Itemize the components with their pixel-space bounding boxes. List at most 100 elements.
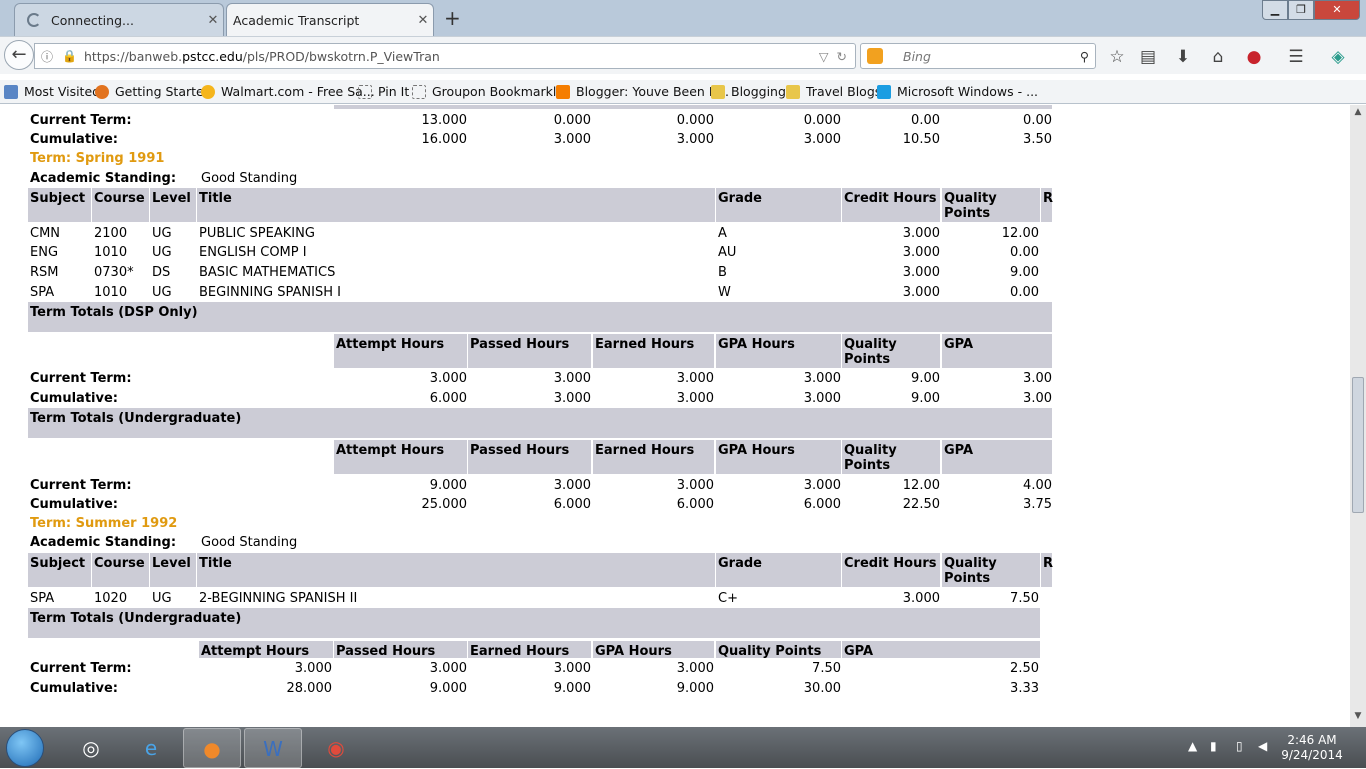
- bookmark-groupon[interactable]: Groupon Bookmarklet: [412, 84, 569, 99]
- page-icon: [358, 84, 372, 99]
- tab-connecting[interactable]: Connecting... ✕: [14, 3, 224, 36]
- course-subject: ENG: [30, 245, 59, 260]
- download-icon[interactable]: ⬇: [1172, 46, 1194, 68]
- chrome-icon[interactable]: ◉: [307, 728, 365, 768]
- course-credit-hours: 3.000: [902, 285, 940, 300]
- vertical-scrollbar[interactable]: ▲ ▼: [1350, 105, 1366, 727]
- bookmark-blogging[interactable]: Blogging: [711, 84, 786, 99]
- network-icon[interactable]: ▮: [1210, 739, 1217, 753]
- course-grade: A: [718, 226, 727, 241]
- totals-header-gpa: GPA: [942, 334, 1052, 368]
- menu-icon[interactable]: ☰: [1285, 46, 1307, 68]
- totals-header-gpa: GPA: [842, 641, 1040, 659]
- course-subject: SPA: [30, 591, 55, 606]
- total-value: 3.000: [676, 478, 714, 493]
- totals-header-passed-hours: Passed Hours: [468, 440, 591, 474]
- app-icon-unknown[interactable]: ◎: [62, 728, 120, 768]
- identity-icon[interactable]: ⓘ: [41, 48, 53, 65]
- home-icon[interactable]: ⌂: [1207, 46, 1229, 68]
- url-text: https://banweb.pstcc.edu/pls/PROD/bwskot…: [83, 48, 440, 64]
- total-value: 16.000: [421, 132, 468, 147]
- course-grade: C+: [718, 591, 738, 606]
- course-level: UG: [152, 226, 172, 241]
- col-header-course: Course: [92, 188, 149, 222]
- col-header-grade: Grade: [716, 553, 841, 587]
- totals-header-gpa-hours: GPA Hours: [716, 440, 841, 474]
- scrollbar-thumb[interactable]: [1352, 377, 1364, 513]
- bookmark-travel-blogs[interactable]: Travel Blogs: [786, 84, 881, 99]
- col-header-quality-points: Quality Points: [942, 553, 1040, 587]
- dropdown-arrow-icon[interactable]: ▽: [819, 49, 829, 64]
- col-header-quality-points: Quality Points: [942, 188, 1040, 222]
- bookmark-getting-started[interactable]: Getting Started: [95, 84, 212, 99]
- tab-academic-transcript[interactable]: Academic Transcript ✕: [226, 3, 434, 37]
- volume-icon[interactable]: ◀: [1258, 739, 1267, 753]
- maximize-button[interactable]: ❐: [1288, 0, 1314, 20]
- firefox-icon[interactable]: ●: [183, 728, 241, 768]
- totals-header-attempt-hours: Attempt Hours: [334, 334, 467, 368]
- address-bar[interactable]: ⓘ 🔒 https://banweb.pstcc.edu/pls/PROD/bw…: [34, 43, 856, 69]
- current-term-label: Current Term:: [30, 113, 132, 128]
- total-value: 3.75: [1023, 497, 1052, 512]
- bookmark-pin-it[interactable]: Pin It: [358, 84, 409, 99]
- close-tab-icon[interactable]: ✕: [203, 13, 223, 28]
- course-credit-hours: 3.000: [902, 265, 940, 280]
- pinterest-icon[interactable]: ●: [1243, 46, 1265, 68]
- total-value: 28.000: [286, 681, 333, 696]
- word-icon[interactable]: W: [244, 728, 302, 768]
- search-icon[interactable]: ⚲: [1080, 49, 1089, 64]
- bing-icon[interactable]: [867, 48, 883, 64]
- tab-label: Academic Transcript: [233, 13, 360, 28]
- bookmarks-menu-icon[interactable]: ▤: [1137, 46, 1159, 68]
- minimize-button[interactable]: ▁: [1262, 0, 1288, 20]
- course-title: PUBLIC SPEAKING: [199, 226, 315, 241]
- course-grade: B: [718, 265, 727, 280]
- bookmark-blogger[interactable]: Blogger: Youve Been R...: [556, 84, 729, 99]
- clock-date: 9/24/2014: [1281, 748, 1343, 762]
- close-window-button[interactable]: ✕: [1314, 0, 1360, 20]
- total-value: 0.000: [676, 113, 714, 128]
- battery-icon[interactable]: ▯: [1236, 739, 1243, 753]
- term-totals-heading: Term Totals (Undergraduate): [28, 608, 1040, 638]
- extension-icon[interactable]: ◈: [1327, 46, 1349, 68]
- total-value: 0.000: [803, 113, 841, 128]
- bookmark-star-icon[interactable]: ☆: [1106, 46, 1128, 68]
- course-subject: RSM: [30, 265, 59, 280]
- total-value: 3.000: [553, 478, 591, 493]
- col-header-level: Level: [150, 188, 196, 222]
- search-bar[interactable]: Bing ⚲: [860, 43, 1096, 69]
- scroll-down-icon[interactable]: ▼: [1350, 711, 1366, 725]
- course-quality-points: 9.00: [1010, 265, 1039, 280]
- total-value: 3.000: [429, 371, 467, 386]
- bookmark-walmart[interactable]: Walmart.com - Free Sa...: [201, 84, 375, 99]
- bookmark-most-visited[interactable]: Most Visited: [4, 84, 100, 99]
- windows-icon: [877, 84, 891, 99]
- new-tab-icon[interactable]: +: [444, 6, 461, 30]
- show-hidden-icons-icon[interactable]: ▲: [1188, 739, 1197, 753]
- total-value: 3.00: [1023, 391, 1052, 406]
- academic-standing-value: Good Standing: [201, 171, 298, 186]
- scroll-up-icon[interactable]: ▲: [1350, 107, 1366, 121]
- course-title: BEGINNING SPANISH I: [199, 285, 341, 300]
- total-value: 3.000: [803, 478, 841, 493]
- tab-strip: Connecting... ✕ Academic Transcript ✕ + …: [0, 0, 1366, 37]
- reload-icon[interactable]: ↻: [837, 49, 847, 64]
- internet-explorer-icon[interactable]: e: [122, 728, 180, 768]
- course-title: 2-BEGINNING SPANISH II: [199, 591, 358, 606]
- bookmark-microsoft-windows[interactable]: Microsoft Windows - ...: [877, 84, 1038, 99]
- total-value: 6.000: [429, 391, 467, 406]
- total-value: 9.00: [911, 391, 940, 406]
- term-heading: Term: Spring 1991: [30, 151, 165, 166]
- totals-header-gpa: GPA: [942, 440, 1052, 474]
- col-header-credit-hours: Credit Hours: [842, 553, 940, 587]
- academic-standing-value: Good Standing: [201, 535, 298, 550]
- total-value: 6.000: [553, 497, 591, 512]
- cumulative-label: Cumulative:: [30, 497, 118, 512]
- system-clock[interactable]: 2:46 AM 9/24/2014: [1276, 733, 1348, 763]
- start-button[interactable]: [6, 729, 44, 767]
- blogger-icon: [556, 84, 570, 99]
- search-input[interactable]: Bing: [885, 49, 1080, 64]
- loading-spinner-icon: [27, 13, 41, 27]
- back-button[interactable]: ←: [4, 40, 34, 70]
- close-tab-icon[interactable]: ✕: [413, 13, 433, 28]
